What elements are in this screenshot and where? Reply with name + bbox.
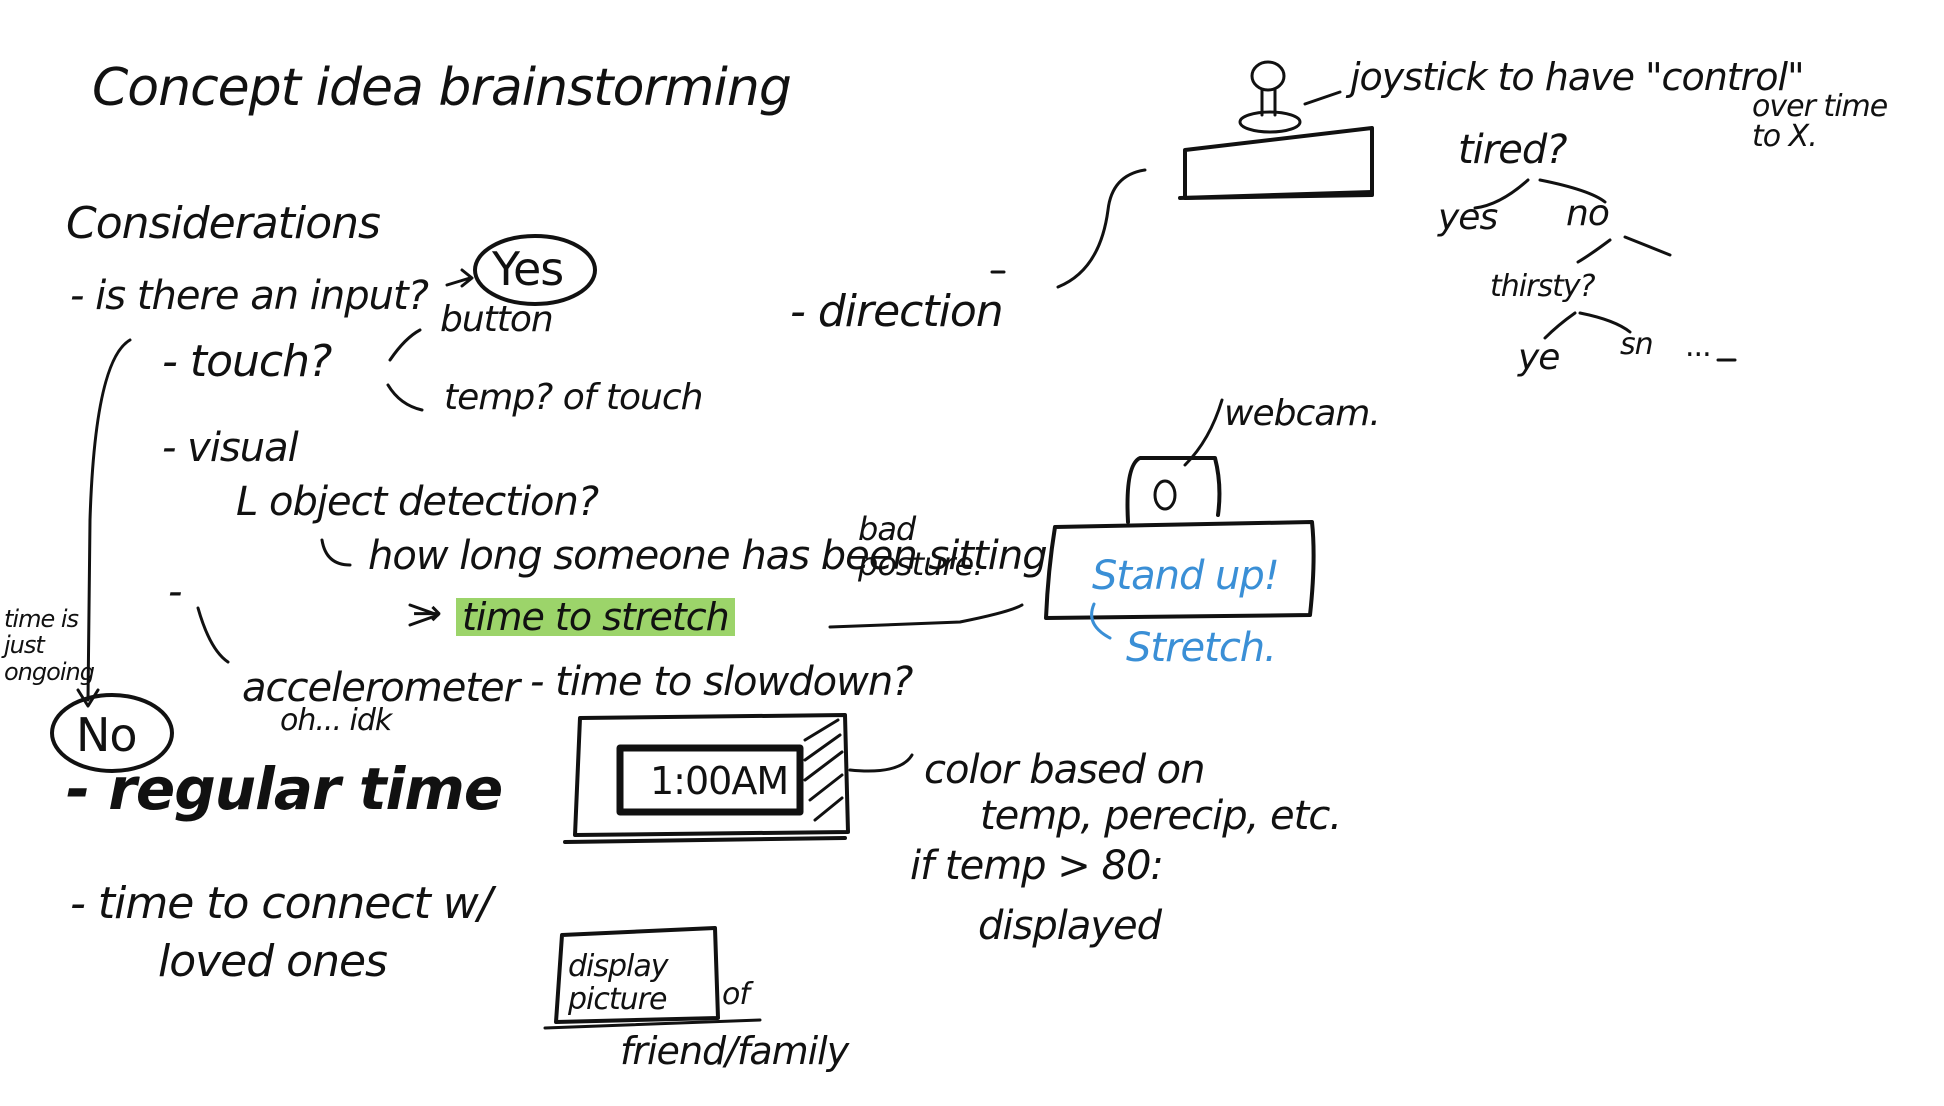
tree-yes-label: yes [1438, 197, 1498, 238]
loved-ones-label: loved ones [158, 936, 388, 987]
webcam-label: webcam. [1224, 393, 1381, 434]
thirsty-label: thirsty? [1490, 269, 1596, 304]
stretch-label: Stretch. [1126, 625, 1277, 671]
tree-sn-label: sn [1620, 327, 1654, 362]
displayed-label: displayed [978, 903, 1162, 949]
no-label: No [76, 708, 138, 762]
branch-temp [386, 383, 424, 412]
regular-time-label: - regular time [66, 755, 503, 823]
button-label: button [440, 299, 554, 340]
touch-label: - touch? [162, 336, 332, 387]
joystick-knob [1250, 60, 1286, 92]
tree-no-label: no [1566, 193, 1610, 234]
direction-label: - direction [790, 286, 1004, 337]
clock-bracket [848, 753, 914, 773]
temp-precip-label: temp, perecip, etc. [980, 793, 1342, 839]
hook-how-long [320, 538, 352, 567]
dash-label: - [168, 569, 182, 615]
yes-label: Yes [492, 242, 564, 296]
tree-ellipsis: ... [1685, 329, 1712, 364]
object-detection-label: L object detection? [236, 479, 599, 525]
clock-base [563, 836, 847, 844]
if-temp-label: if temp > 80: [910, 843, 1164, 889]
considerations-heading: Considerations [66, 198, 381, 249]
time-to-slowdown-label: - time to slowdown? [530, 659, 913, 705]
bad-posture-label: bad posture. [858, 510, 983, 584]
brainstorm-sheet: Concept idea brainstorming Consideration… [0, 0, 1944, 1106]
friend-family-label: friend/family [620, 1029, 849, 1073]
direction-curve [1056, 168, 1147, 289]
tree-no-left [1576, 238, 1612, 264]
visual-label: - visual [162, 425, 299, 471]
time-ongoing-note: time is just ongoing [4, 605, 95, 686]
tree-ye-label: ye [1518, 337, 1560, 378]
tree-ye [1543, 311, 1577, 340]
color-based-label: color based on [924, 747, 1205, 793]
connect-label: - time to connect w/ [70, 878, 493, 929]
joystick-label: joystick to have "control" [1350, 55, 1805, 99]
branch-button [388, 328, 422, 362]
webcam-lens [1153, 479, 1177, 511]
of-label: of [722, 977, 750, 1012]
clock-display: 1:00AM [650, 759, 789, 803]
joystick-pointer [1303, 90, 1342, 106]
time-to-stretch-highlight: time to stretch [456, 598, 735, 636]
paren-accel [196, 606, 230, 664]
stand-up-label: Stand up! [1092, 553, 1280, 599]
webcam-pointer [1183, 398, 1224, 467]
oh-idk-label: oh... idk [280, 703, 392, 738]
line-to-monitor [828, 603, 1024, 629]
input-question: - is there an input? [70, 273, 429, 319]
joystick-base [1238, 110, 1302, 134]
blue-stretch-hook [1090, 602, 1112, 640]
accelerometer-label: accelerometer [242, 665, 520, 711]
over-time-label: over time to X. [1752, 89, 1888, 154]
arrow-to-yes [445, 268, 474, 288]
tree-no-right [1623, 235, 1672, 257]
stretch-arrow: → [412, 593, 442, 634]
clock-hatch [803, 718, 844, 822]
tired-label: tired? [1458, 127, 1567, 173]
page-title: Concept idea brainstorming [92, 58, 792, 118]
temp-touch-label: temp? of touch [444, 377, 703, 418]
display-picture-label: display picture [568, 949, 669, 1017]
joystick-box [1183, 126, 1374, 200]
